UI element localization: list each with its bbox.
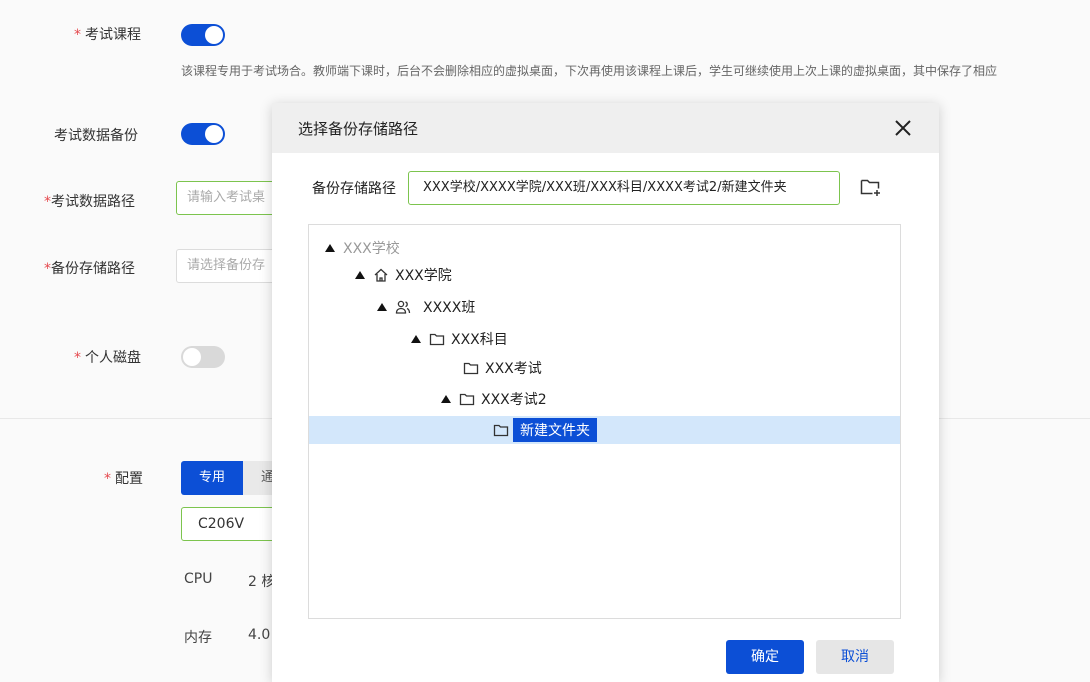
path-row: 备份存储路径 XXX学校/XXXX学院/XXX班/XXX科目/XXXX考试2/新… — [312, 171, 840, 205]
cpu-label: CPU — [184, 571, 213, 587]
expand-arrow-icon[interactable] — [325, 244, 335, 252]
folder-icon — [429, 331, 445, 347]
backup-path-dialog: 选择备份存储路径 备份存储路径 XXX学校/XXXX学院/XXX班/XXX科目/… — [272, 103, 939, 682]
tree-node-label: XXX考试 — [485, 361, 542, 377]
tree-node-school[interactable]: XXX学校 — [325, 234, 400, 262]
dialog-header: 选择备份存储路径 — [272, 103, 939, 153]
folder-tree: XXX学校 XXX学院 XXXX班 XXX科目 XXX考试 XXX考试2 新建文… — [308, 224, 901, 619]
tree-node-class[interactable]: XXXX班 — [377, 293, 475, 321]
expand-arrow-icon[interactable] — [355, 271, 365, 279]
exam-course-label: * 考试课程 — [74, 27, 141, 43]
personal-disk-label: * 个人磁盘 — [74, 350, 141, 366]
home-icon — [373, 267, 389, 283]
tree-node-label: XXX学院 — [395, 268, 452, 284]
tree-node-exam2[interactable]: XXX考试2 — [441, 385, 547, 413]
expand-arrow-icon[interactable] — [441, 395, 451, 403]
folder-icon — [459, 391, 475, 407]
config-tab-dedicated[interactable]: 专用 — [181, 461, 243, 495]
tree-node-label: XXX考试2 — [481, 392, 547, 408]
memory-label: 内存 — [184, 630, 212, 646]
confirm-button[interactable]: 确定 — [726, 640, 804, 674]
tree-selected-row[interactable] — [309, 416, 900, 444]
path-input[interactable]: XXX学校/XXXX学院/XXX班/XXX科目/XXXX考试2/新建文件夹 — [408, 171, 840, 205]
folder-icon — [463, 360, 479, 376]
tree-node-new-folder[interactable]: 新建文件夹 — [493, 416, 597, 444]
expand-arrow-icon[interactable] — [411, 335, 421, 343]
path-label: 备份存储路径 — [312, 181, 396, 197]
exam-course-toggle[interactable] — [181, 24, 225, 46]
tree-node-label: XXX学校 — [343, 241, 400, 257]
personal-disk-toggle[interactable] — [181, 346, 225, 368]
tree-node-subject[interactable]: XXX科目 — [411, 325, 508, 353]
exam-course-hint: 该课程专用于考试场合。教师端下课时，后台不会删除相应的虚拟桌面，下次再使用该课程… — [181, 64, 998, 78]
tree-node-label: XXXX班 — [423, 300, 476, 316]
users-icon — [395, 299, 411, 315]
exam-data-path-label: *考试数据路径 — [44, 194, 135, 210]
tree-node-label: XXX科目 — [451, 332, 508, 348]
exam-backup-label: 考试数据备份 — [54, 128, 138, 144]
tree-node-college[interactable]: XXX学院 — [355, 261, 452, 289]
new-folder-name[interactable]: 新建文件夹 — [513, 418, 597, 442]
dialog-title: 选择备份存储路径 — [298, 119, 419, 138]
config-label: * 配置 — [104, 471, 143, 487]
folder-icon — [493, 422, 509, 438]
exam-backup-toggle[interactable] — [181, 123, 225, 145]
cancel-button[interactable]: 取消 — [816, 640, 894, 674]
backup-path-label: *备份存储路径 — [44, 261, 135, 277]
close-icon[interactable] — [893, 118, 913, 138]
expand-arrow-icon[interactable] — [377, 303, 387, 311]
new-folder-icon[interactable] — [860, 177, 882, 197]
memory-value: 4.0 — [248, 627, 271, 643]
tree-node-exam1[interactable]: XXX考试 — [463, 354, 542, 382]
